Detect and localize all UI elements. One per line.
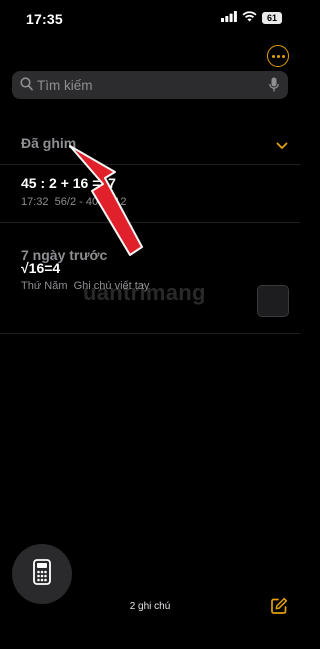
divider [0,333,300,334]
more-icon [271,54,275,58]
note-row-pinned[interactable]: 45 : 2 + 16 =17 17:32 56/2 - 40 = -12 [0,165,300,222]
compose-icon[interactable] [270,597,288,620]
note-time: Thứ Năm [21,280,68,292]
chevron-down-icon[interactable] [276,137,288,155]
pinned-section-title[interactable]: Đã ghim [21,135,76,151]
note-subtitle: 17:32 56/2 - 40 = -12 [21,196,127,208]
status-time: 17:35 [26,11,63,27]
note-title: 45 : 2 + 16 =17 [21,175,116,191]
signal-icon [221,9,237,27]
note-count: 2 ghi chú [129,601,171,612]
calculator-button[interactable] [12,544,72,604]
status-bar: 17:35 61 [0,0,300,38]
search-bar[interactable]: Tìm kiếm [12,71,288,99]
note-thumbnail [257,285,289,317]
calculator-icon [33,558,51,590]
watermark: uantrimang [83,280,206,305]
more-options-button[interactable] [267,45,289,67]
note-time: 17:32 [21,196,49,208]
note-preview: 56/2 - 40 = -12 [54,196,127,208]
search-icon [20,77,33,96]
search-input[interactable]: Tìm kiếm [37,78,93,93]
battery-icon: 61 [262,12,282,24]
note-title: √16=4 [21,260,61,276]
mic-icon[interactable] [269,77,279,98]
wifi-icon [242,9,257,27]
divider [0,222,300,223]
status-icons: 61 [221,11,282,25]
